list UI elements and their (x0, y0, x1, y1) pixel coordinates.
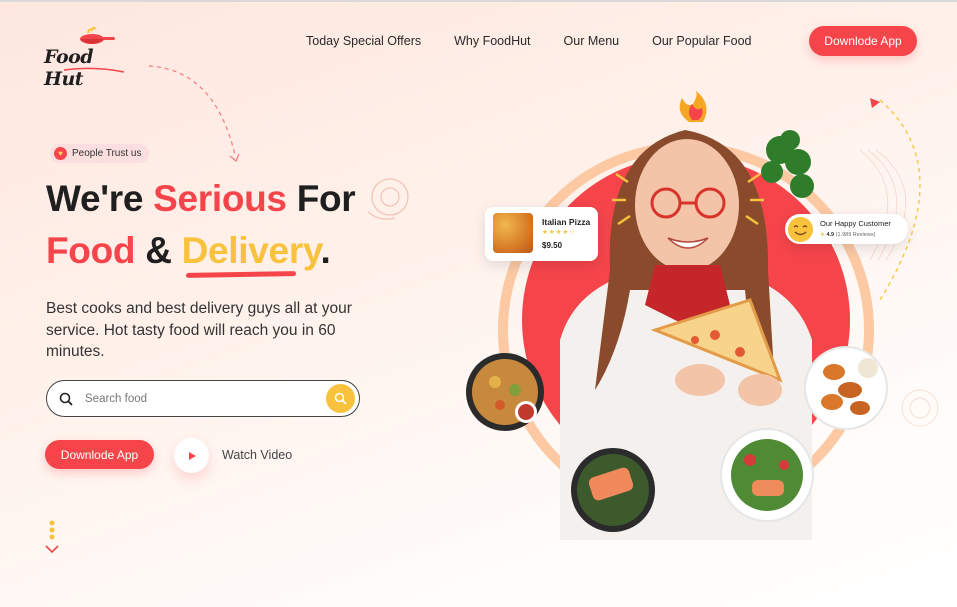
dashed-orbit-decoration (879, 99, 921, 301)
star-icon: ★ (820, 232, 825, 238)
pizza-card-price: $9.50 (542, 241, 563, 250)
headline-text: For (286, 178, 356, 219)
fire-icon (679, 90, 707, 122)
headline-line-1: We're Serious For (46, 178, 356, 220)
headline-underline (185, 271, 297, 278)
headline-line-2: Food & Delivery. (46, 230, 331, 272)
food-plate-salad-fish (720, 428, 814, 522)
hero-download-app-button[interactable]: Downlode App (45, 440, 154, 469)
star-icon: ★★★★☆ (542, 229, 577, 236)
search-bar (46, 380, 360, 417)
nav-item-our-popular-food[interactable]: Our Popular Food (652, 34, 751, 48)
search-input[interactable] (85, 392, 326, 405)
trust-badge: ♥ People Trust us (50, 144, 150, 163)
logo-text: Food Hut (44, 46, 94, 90)
search-icon (334, 392, 347, 405)
nav-item-today-special-offers[interactable]: Today Special Offers (306, 34, 421, 48)
happy-customer-card: Our Happy Customer ★ 4.9 (1.989 Reviews) (785, 214, 908, 244)
arrow-tip-decoration (870, 98, 880, 108)
logo[interactable]: Food Hut (44, 26, 134, 90)
smile-icon (788, 217, 813, 242)
headline-text: We're (46, 178, 154, 219)
headline-highlight-serious: Serious (153, 178, 287, 219)
hero-illustration (466, 90, 939, 540)
play-button[interactable] (174, 438, 209, 473)
scroll-down-icon[interactable] (44, 520, 60, 556)
nav-item-why-foodhut[interactable]: Why FoodHut (454, 34, 530, 48)
top-border (0, 0, 957, 2)
watch-video-link[interactable]: Watch Video (222, 448, 292, 462)
rating-value: 4.9 (826, 232, 835, 238)
header-download-app-button[interactable]: Downlode App (809, 26, 917, 56)
nav-item-our-menu[interactable]: Our Menu (564, 34, 620, 48)
pizza-card-name: Italian Pizza (542, 217, 591, 227)
search-button[interactable] (326, 384, 355, 413)
dashed-arrow-decoration (148, 65, 240, 162)
main-nav: Today Special Offers Why FoodHut Our Men… (306, 34, 751, 48)
headline-text: . (320, 230, 331, 271)
food-plate-grain-bowl (466, 353, 544, 431)
headline-text: & (135, 230, 182, 271)
search-icon (47, 392, 85, 406)
person-hand (675, 364, 725, 396)
play-icon (188, 451, 196, 460)
food-plate-chicken-wings (804, 346, 888, 430)
headline-highlight-delivery: Delivery (181, 230, 321, 271)
review-count: (1.989 Reviews) (835, 232, 876, 238)
pizza-thumbnail (493, 213, 533, 253)
heart-icon: ♥ (54, 147, 67, 160)
hero-description: Best cooks and best delivery guys all at… (46, 300, 352, 360)
customer-card-rating: ★ 4.9 (1.989 Reviews) (820, 232, 875, 238)
customer-card-title: Our Happy Customer (820, 219, 891, 228)
italian-pizza-card[interactable]: Italian Pizza ★★★★☆ $9.50 (485, 207, 598, 261)
headline-highlight-food: Food (46, 230, 136, 271)
food-plate-salmon-asparagus (571, 448, 655, 532)
trust-badge-label: People Trust us (72, 148, 142, 159)
food-outline-decoration (367, 178, 409, 220)
